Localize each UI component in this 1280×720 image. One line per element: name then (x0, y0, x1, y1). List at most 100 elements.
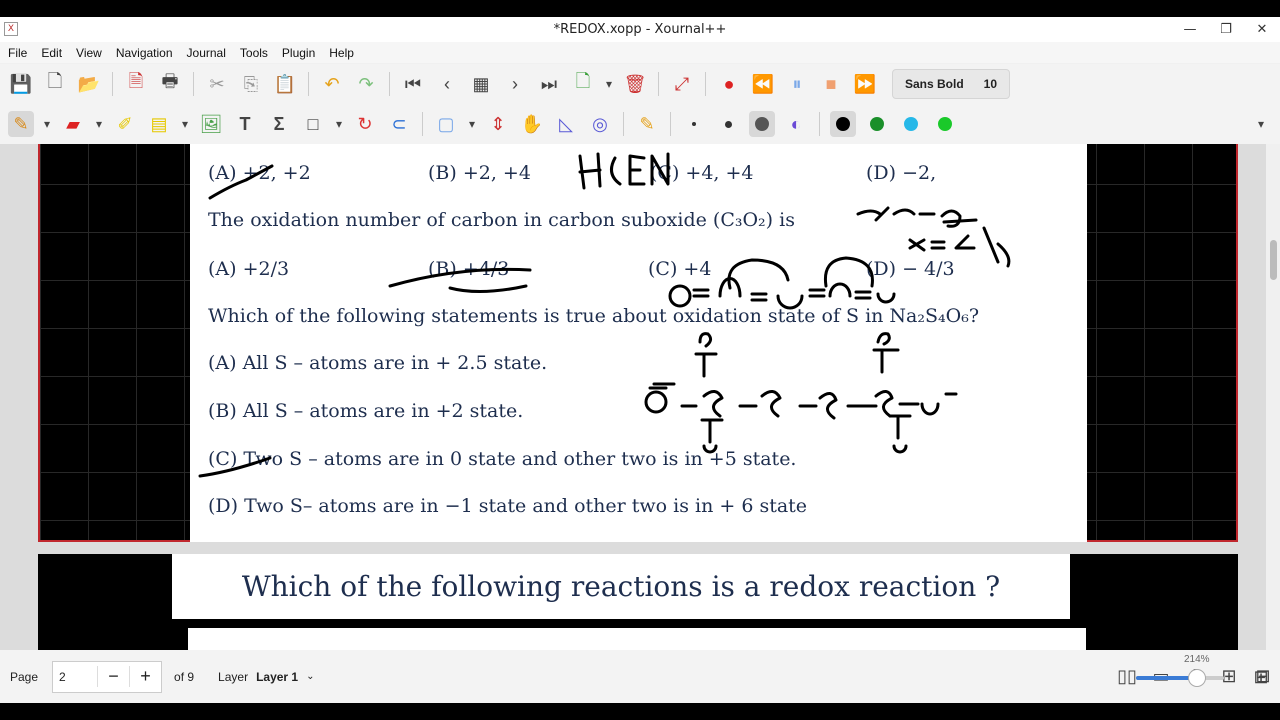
minimize-icon[interactable]: — (1182, 22, 1198, 37)
menu-navigation[interactable]: Navigation (116, 46, 173, 60)
medium-stroke-icon[interactable] (715, 111, 741, 137)
delete-page-icon[interactable]: 🗑 (622, 71, 648, 97)
highlighter-icon[interactable]: ✐ (112, 111, 138, 137)
open-folder-icon[interactable]: 📂 (76, 71, 102, 97)
undo-icon[interactable]: ↶ (319, 71, 345, 97)
pen-icon[interactable]: ✎ (8, 111, 34, 137)
ink-tick-mark-c (198, 456, 272, 478)
insert-page-icon[interactable]: 🗋 (570, 71, 596, 97)
font-selector-button[interactable]: Sans Bold 10 (892, 69, 1010, 99)
restore-icon[interactable]: ❐ (1218, 22, 1234, 37)
paste-icon[interactable]: 📋 (272, 71, 298, 97)
save-icon[interactable]: 💾 (8, 71, 34, 97)
grid-snap-icon[interactable]: ⊂ (386, 111, 412, 137)
zoom-in-icon[interactable]: ⊞ (1248, 664, 1274, 690)
redox-question-banner: Which of the following reactions is a re… (172, 554, 1070, 619)
menu-help[interactable]: Help (329, 46, 354, 60)
rewind-icon[interactable]: ⏪ (750, 71, 776, 97)
compass-icon[interactable]: ◎ (587, 111, 613, 137)
menu-journal[interactable]: Journal (187, 46, 226, 60)
page-number-input[interactable]: 2 (53, 670, 97, 684)
page-increment-button[interactable]: + (129, 666, 161, 687)
xournal-icon: X (4, 22, 18, 36)
vertical-space-icon[interactable]: ⇕ (485, 111, 511, 137)
copy-icon[interactable]: ⎘ (238, 71, 264, 97)
color-green-button[interactable] (864, 111, 890, 137)
default-tools-icon[interactable]: ✎ (634, 111, 660, 137)
cut-icon[interactable]: ✂ (204, 71, 230, 97)
color-lightgreen-button[interactable] (932, 111, 958, 137)
page-number-spinner[interactable]: 2 − + (52, 660, 163, 693)
shape-rectangle-icon[interactable]: □ (300, 111, 326, 137)
ink-hcen-scribble (578, 152, 670, 190)
ink-annotations (198, 152, 1011, 478)
menu-plugin[interactable]: Plugin (282, 46, 315, 60)
select-icon[interactable]: ▤ (146, 111, 172, 137)
layer-dropdown-icon[interactable]: ⌄ (306, 671, 314, 682)
ink-underline-b-2 (448, 284, 528, 294)
thick-stroke-icon[interactable] (749, 111, 775, 137)
menu-file[interactable]: File (8, 46, 27, 60)
window-title: *REDOX.xopp - Xournal++ (553, 22, 727, 37)
eraser-icon[interactable]: ▰ (60, 111, 86, 137)
chevron-down-icon[interactable]: ▾ (178, 111, 192, 137)
menu-edit[interactable]: Edit (41, 46, 62, 60)
main-toolbar: 💾 🗋 📂 🗎 🖶 ✂ ⎘ 📋 ↶ ↷ ⏮ ‹ ▦ › ⏭ 🗋 ▾ 🗑 ⤢ ● … (0, 64, 1280, 104)
close-icon[interactable]: ✕ (1254, 22, 1270, 37)
scrollbar-thumb[interactable] (1270, 240, 1277, 280)
thin-stroke-icon[interactable] (681, 111, 707, 137)
select-region-icon[interactable]: ▢ (433, 111, 459, 137)
zoom-slider[interactable] (1136, 676, 1224, 680)
stop-icon[interactable]: ■ (818, 71, 844, 97)
layer-label: Layer (218, 669, 249, 684)
record-icon[interactable]: ● (716, 71, 742, 97)
ink-underline-b (388, 267, 532, 288)
menu-view[interactable]: View (76, 46, 102, 60)
ink-structure-suboxide (668, 277, 896, 310)
ink-tick-mark (208, 164, 274, 200)
tools-toolbar: ✎ ▾ ▰ ▾ ✐ ▤ ▾ 🖼 T Σ □ ▾ ↻ ⊂ ▢ ▾ ⇕ ✋ ◺ ◎ … (0, 104, 1280, 144)
first-page-icon[interactable]: ⏮ (400, 71, 426, 97)
redo-icon[interactable]: ↷ (353, 71, 379, 97)
layer-value[interactable]: Layer 1 (256, 670, 298, 684)
chevron-down-icon[interactable]: ▾ (332, 111, 346, 137)
chevron-down-icon[interactable]: ▾ (92, 111, 106, 137)
fill-icon[interactable]: ◐ (783, 111, 809, 137)
fullscreen-icon[interactable]: ⤢ (669, 71, 695, 97)
goto-page-icon[interactable]: ▦ (468, 71, 494, 97)
image-icon[interactable]: 🖼 (198, 111, 224, 137)
setsquare-icon[interactable]: ◺ (553, 111, 579, 137)
chevron-down-icon[interactable]: ▾ (40, 111, 54, 137)
last-page-icon[interactable]: ⏭ (536, 71, 562, 97)
page-label: Page (10, 669, 39, 684)
next-page-icon[interactable]: › (502, 71, 528, 97)
ink-equation-line-2 (908, 226, 1011, 268)
new-file-icon[interactable]: 🗋 (42, 71, 68, 97)
color-lightblue-button[interactable] (898, 111, 924, 137)
ink-equation-line-1 (856, 206, 978, 228)
hand-icon[interactable]: ✋ (519, 111, 545, 137)
color-black-button[interactable] (830, 111, 856, 137)
menu-tools[interactable]: Tools (240, 46, 268, 60)
chevron-down-icon[interactable]: ▾ (602, 71, 616, 97)
next-page-content (188, 628, 1086, 650)
current-page[interactable]: (A) +2, +2 (B) +2, +4 (C) +4, +4 (D) −2,… (38, 144, 1238, 542)
export-pdf-icon[interactable]: 🗎 (123, 71, 149, 97)
fast-forward-icon[interactable]: ⏩ (852, 71, 878, 97)
chevron-down-icon[interactable]: ▾ (465, 111, 479, 137)
print-icon[interactable]: 🖶 (157, 71, 183, 97)
menu-bar: File Edit View Navigation Journal Tools … (0, 42, 1280, 63)
text-icon[interactable]: T (232, 111, 258, 137)
rotation-snap-icon[interactable]: ↻ (352, 111, 378, 137)
next-page[interactable]: Which of the following reactions is a re… (38, 554, 1238, 650)
vertical-scrollbar[interactable] (1266, 144, 1280, 650)
title-bar: X *REDOX.xopp - Xournal++ — ❐ ✕ (0, 17, 1280, 42)
page-decrement-button[interactable]: − (97, 666, 129, 687)
previous-page-icon[interactable]: ‹ (434, 71, 460, 97)
zoom-slider-knob[interactable] (1188, 669, 1206, 687)
zoom-level: 214% (1184, 654, 1210, 665)
document-workspace[interactable]: (A) +2, +2 (B) +2, +4 (C) +4, +4 (D) −2,… (0, 144, 1280, 650)
pause-icon[interactable]: ⏸ (784, 71, 810, 97)
latex-sigma-icon[interactable]: Σ (266, 111, 292, 137)
overflow-chevron-icon[interactable]: ▾ (1254, 111, 1268, 137)
